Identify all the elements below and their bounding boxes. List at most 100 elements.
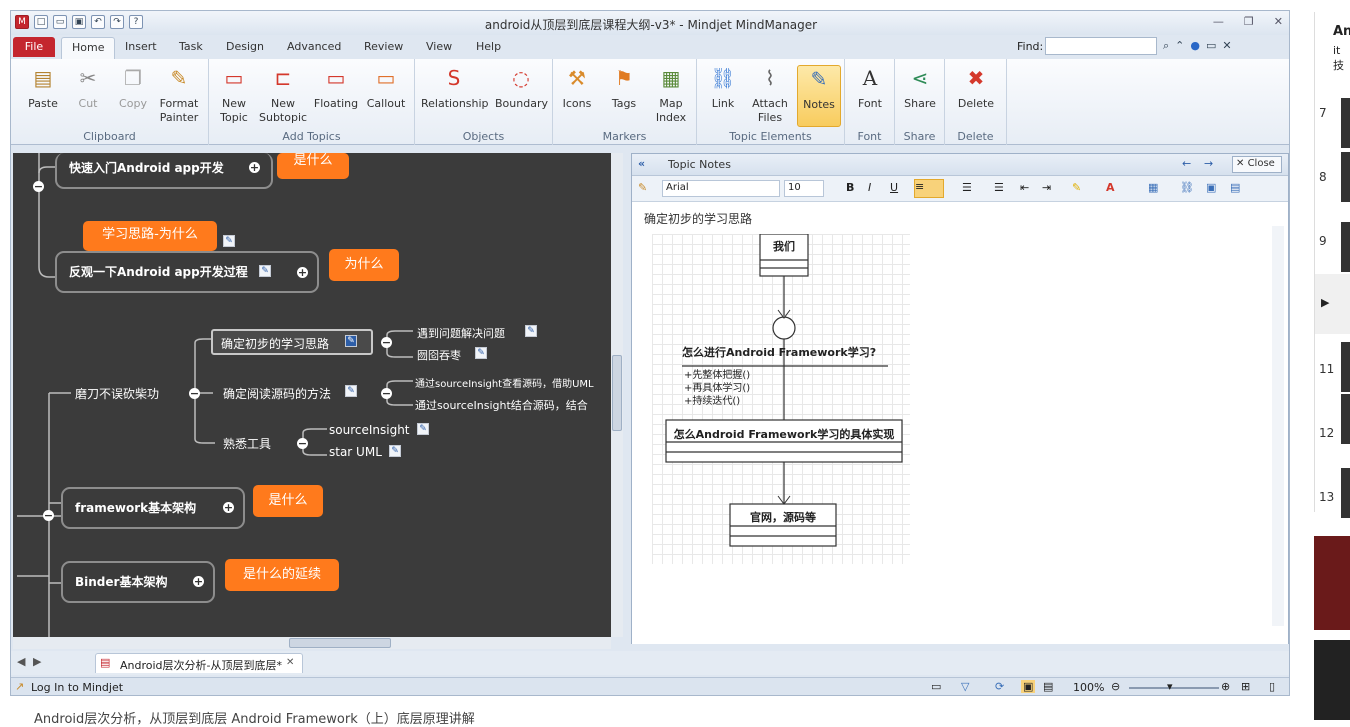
note-icon[interactable]: ✎ xyxy=(223,235,235,247)
note-icon[interactable]: ✎ xyxy=(525,325,537,337)
attach-files-button[interactable]: ⌇ Attach Files xyxy=(749,65,791,125)
note-icon[interactable]: ✎ xyxy=(475,347,487,359)
topic-quickstart[interactable]: 快速入门Android app开发 xyxy=(69,159,224,176)
tab-task[interactable]: Task xyxy=(179,40,203,53)
topic-reading-method[interactable]: 确定阅读源码的方法 xyxy=(223,385,331,402)
collapse-panel-icon[interactable]: « xyxy=(638,157,645,170)
map-horizontal-scrollbar[interactable] xyxy=(13,637,611,649)
relationship-button[interactable]: S Relationship xyxy=(421,65,489,111)
notes-vertical-scrollbar[interactable] xyxy=(1272,226,1284,626)
zoom-thumb[interactable]: ▾ xyxy=(1167,680,1173,693)
collapse-icon[interactable]: − xyxy=(189,388,200,399)
brush-icon[interactable]: ✎ xyxy=(638,181,647,194)
restore-icon[interactable]: ▭ xyxy=(1206,39,1216,53)
font-size-select[interactable]: 10 xyxy=(784,180,824,197)
outline-icon[interactable]: ▤ xyxy=(1043,680,1053,693)
login-link[interactable]: Log In to Mindjet xyxy=(31,681,123,694)
callout-learning-why[interactable]: 学习思路-为什么 xyxy=(83,221,217,251)
callout-continuation[interactable]: 是什么的延续 xyxy=(225,559,339,591)
outdent-icon[interactable]: ⇤ xyxy=(1020,181,1029,194)
binoculars-icon[interactable]: ⌕ xyxy=(1163,39,1169,53)
maximize-icon[interactable]: ❐ xyxy=(1244,15,1254,28)
note-icon[interactable]: ✎ xyxy=(389,445,401,457)
font-button[interactable]: A Font xyxy=(855,65,885,111)
thumbnail[interactable] xyxy=(1341,98,1350,148)
map-vertical-scrollbar[interactable] xyxy=(611,153,623,637)
new-subtopic-button[interactable]: ⊏ New Subtopic xyxy=(259,65,307,125)
find-input[interactable] xyxy=(1045,37,1157,55)
bullet-list-icon[interactable]: ☰ xyxy=(994,181,1004,194)
playlist-item[interactable]: 12 xyxy=(1319,426,1334,440)
expand-icon[interactable]: + xyxy=(223,502,234,513)
document-tab[interactable]: ▤ Android层次分析-从顶层到底层* ✕ xyxy=(95,653,303,673)
fit-map-icon[interactable]: ⊞ xyxy=(1241,680,1250,693)
close-notes-button[interactable]: ✕ Close xyxy=(1232,156,1282,173)
callout-button[interactable]: ▭ Callout xyxy=(365,65,407,111)
notes-editor[interactable]: 确定初步的学习思路 我们 怎么进行Android Framework学习? +先… xyxy=(632,204,1288,644)
thumbnail[interactable] xyxy=(1341,468,1350,518)
tab-insert[interactable]: Insert xyxy=(125,40,157,53)
align-left-icon[interactable]: ≡ xyxy=(914,179,944,198)
next-arrow-icon[interactable]: ▶ xyxy=(33,655,41,668)
topic-si-combine[interactable]: 通过sourceInsight结合源码，结合 xyxy=(415,397,588,413)
hyperlink-icon[interactable]: ⛓ xyxy=(1180,181,1194,194)
note-icon[interactable]: ✎ xyxy=(345,335,357,347)
close-window-icon[interactable]: ✕ xyxy=(1274,15,1283,28)
collapse-icon[interactable]: − xyxy=(43,510,54,521)
filter-icon[interactable]: ▽ xyxy=(961,680,969,693)
callout-why[interactable]: 为什么 xyxy=(329,249,399,281)
link-button[interactable]: ⛓ Link xyxy=(709,65,737,111)
tab-design[interactable]: Design xyxy=(226,40,264,53)
playlist-item[interactable]: 9 xyxy=(1319,234,1327,248)
forward-arrow-icon[interactable]: → xyxy=(1204,157,1213,170)
text-color-icon[interactable]: A xyxy=(1106,181,1115,194)
highlight-icon[interactable]: ✎ xyxy=(1072,181,1081,194)
playlist-item[interactable]: 13 xyxy=(1319,490,1334,504)
more-icon[interactable]: ▤ xyxy=(1230,181,1240,194)
close-doc-icon[interactable]: ✕ xyxy=(1222,39,1231,53)
paste-button[interactable]: ▤ Paste xyxy=(25,65,61,111)
balance-icon[interactable]: ⟳ xyxy=(995,680,1004,693)
minimize-icon[interactable]: — xyxy=(1213,15,1224,28)
zoom-in-icon[interactable]: ⊕ xyxy=(1221,680,1230,693)
numbered-list-icon[interactable]: ☰ xyxy=(962,181,972,194)
topic-si-uml[interactable]: 通过sourceInsight查看源码，借助UML xyxy=(415,375,594,390)
callout-what[interactable]: 是什么 xyxy=(277,153,349,179)
playlist-item[interactable]: 7 xyxy=(1319,106,1327,120)
back-arrow-icon[interactable]: ← xyxy=(1182,157,1191,170)
tab-home[interactable]: Home xyxy=(61,37,116,61)
collapse-icon[interactable]: − xyxy=(381,337,392,348)
mind-map-canvas[interactable]: 快速入门Android app开发 + 是什么 − 学习思路-为什么 ✎ 反观一… xyxy=(13,153,611,637)
map-view-icon[interactable]: ▣ xyxy=(1021,680,1036,693)
close-tab-icon[interactable]: ✕ xyxy=(286,657,294,668)
playlist-item[interactable]: 8 xyxy=(1319,170,1327,184)
collapse-ribbon-icon[interactable]: ⌃ xyxy=(1175,39,1184,53)
font-family-select[interactable]: Arial xyxy=(662,180,780,197)
collapse-icon[interactable]: − xyxy=(297,438,308,449)
share-button[interactable]: ⋖ Share xyxy=(903,65,937,111)
tab-advanced[interactable]: Advanced xyxy=(287,40,341,53)
underline-icon[interactable]: U xyxy=(890,181,898,194)
thumbnail[interactable] xyxy=(1341,222,1350,272)
collapse-icon[interactable]: − xyxy=(33,181,44,192)
format-painter-button[interactable]: ✎ Format Painter xyxy=(157,65,201,125)
italic-icon[interactable]: I xyxy=(868,181,871,194)
floating-button[interactable]: ▭ Floating xyxy=(313,65,359,111)
thumbnail[interactable] xyxy=(1341,342,1350,392)
tab-view[interactable]: View xyxy=(426,40,452,53)
layout-icon[interactable]: ▯ xyxy=(1269,680,1275,693)
zoom-slider[interactable] xyxy=(1129,687,1219,689)
callout-what-2[interactable]: 是什么 xyxy=(253,485,323,517)
collapse-icon[interactable]: − xyxy=(381,388,392,399)
map-index-button[interactable]: ▦ Map Index xyxy=(653,65,689,125)
expand-icon[interactable]: + xyxy=(193,576,204,587)
delete-button[interactable]: ✖ Delete xyxy=(957,65,995,111)
cut-button[interactable]: ✂ Cut xyxy=(75,65,101,111)
topic-framework[interactable]: framework基本架构 xyxy=(75,499,196,516)
note-icon[interactable]: ✎ xyxy=(345,385,357,397)
topic-review-process[interactable]: 反观一下Android app开发过程 xyxy=(69,263,248,280)
note-icon[interactable]: ✎ xyxy=(259,265,271,277)
expand-icon[interactable]: + xyxy=(249,162,260,173)
thumbnail[interactable] xyxy=(1341,394,1350,444)
topic-sharpen[interactable]: 磨刀不误砍柴功 xyxy=(75,385,159,402)
